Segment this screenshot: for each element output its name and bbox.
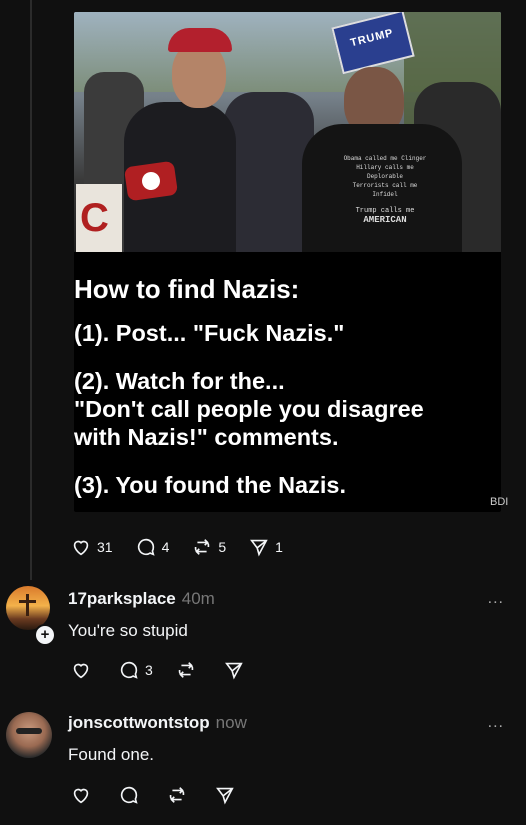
image-caption-line: "Don't call people you disagree xyxy=(74,396,424,422)
repost-icon xyxy=(169,787,185,803)
heart-icon xyxy=(73,540,89,556)
more-options-icon[interactable]: ... xyxy=(488,590,504,608)
reply-username[interactable]: 17parksplace 40m xyxy=(68,589,215,609)
image-caption-line: (1). Post... "Fuck Nazis." xyxy=(74,320,345,346)
username-text[interactable]: jonscottwontstop xyxy=(68,713,210,732)
share-button[interactable] xyxy=(214,784,236,806)
armband xyxy=(123,160,179,202)
shirt-text: Hillary calls me Deplorable xyxy=(356,164,414,180)
reply-text: Found one. xyxy=(68,745,155,764)
shirt-text: Terrorists call me Infidel xyxy=(352,182,418,198)
comment-icon xyxy=(137,538,155,556)
reply-button[interactable]: 4 xyxy=(135,536,170,558)
like-button[interactable] xyxy=(70,659,92,681)
repost-icon xyxy=(178,662,194,678)
shirt-text: AMERICAN xyxy=(363,215,407,225)
share-button[interactable] xyxy=(223,659,245,681)
username-text[interactable]: 17parksplace xyxy=(68,589,176,608)
post-actions: 31 4 5 1 xyxy=(70,536,305,558)
send-icon xyxy=(250,539,268,557)
post-photo: TRUMP C Obama called me Clinger Hillary … xyxy=(74,12,501,252)
reply-actions: 3 xyxy=(70,659,267,681)
like-button[interactable]: 31 xyxy=(70,536,113,558)
image-watermark: BDI xyxy=(490,496,509,508)
repost-button[interactable]: 5 xyxy=(191,536,226,558)
reply-username[interactable]: jonscottwontstop now xyxy=(68,713,247,733)
repost-count: 5 xyxy=(218,539,227,555)
heart-icon xyxy=(73,663,89,679)
follow-plus-icon[interactable]: + xyxy=(34,624,56,646)
red-cap xyxy=(168,28,232,52)
reply-count: 3 xyxy=(145,662,153,678)
image-caption-line: (2). Watch for the... xyxy=(74,368,285,394)
thread-line xyxy=(30,0,32,580)
timestamp: now xyxy=(215,713,247,732)
repost-button[interactable] xyxy=(175,659,197,681)
post-image[interactable]: TRUMP C Obama called me Clinger Hillary … xyxy=(74,12,501,512)
image-caption-line: (3). You found the Nazis. xyxy=(74,472,346,498)
reply-button[interactable] xyxy=(118,784,140,806)
repost-button[interactable] xyxy=(166,784,188,806)
shirt-text: Obama called me Clinger xyxy=(343,155,427,162)
comment-icon xyxy=(120,661,138,679)
image-headline: How to find Nazis: xyxy=(74,274,300,304)
image-caption-line: with Nazis!" comments. xyxy=(74,424,339,450)
share-button[interactable]: 1 xyxy=(248,536,283,558)
avatar[interactable] xyxy=(6,712,52,758)
more-options-icon[interactable]: ... xyxy=(488,714,504,732)
reply-count: 4 xyxy=(161,539,170,555)
crowd-person xyxy=(224,92,314,252)
reply-actions xyxy=(70,784,258,806)
reply-text: You're so stupid xyxy=(68,621,188,640)
comment-icon xyxy=(120,786,138,804)
man-right-shirt: Obama called me Clinger Hillary calls me… xyxy=(302,124,462,252)
send-icon xyxy=(224,662,243,680)
share-count: 1 xyxy=(275,539,283,555)
send-icon xyxy=(216,787,234,805)
reply-button[interactable]: 3 xyxy=(118,659,153,681)
like-count: 31 xyxy=(97,539,113,555)
heart-icon xyxy=(73,788,89,804)
repost-icon xyxy=(195,539,210,555)
protest-banner: C xyxy=(76,184,122,252)
like-button[interactable] xyxy=(70,784,92,806)
timestamp: 40m xyxy=(181,589,215,608)
